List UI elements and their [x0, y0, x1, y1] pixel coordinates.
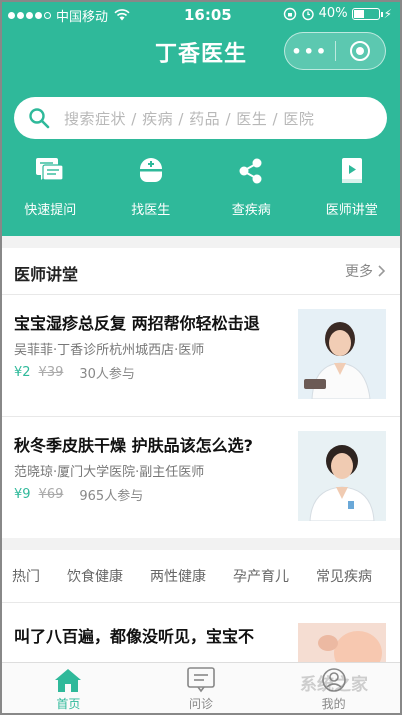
rotation-lock-icon — [283, 7, 296, 20]
search-bar[interactable]: 搜索症状 / 疾病 / 药品 / 医生 / 医院 — [14, 97, 387, 139]
quick-actions: 快速提问 找医生 查疾病 医师讲堂 — [0, 156, 402, 220]
status-right: 40% ⚡ — [283, 6, 392, 21]
quick-action-lecture[interactable]: 医师讲堂 — [302, 156, 402, 220]
tab-home[interactable]: 首页 — [2, 663, 135, 713]
header: 中国移动 16:05 40% ⚡ 丁香医生 ••• 搜索症状 / 疾病 / 药品… — [0, 0, 402, 236]
quick-action-disease[interactable]: 查疾病 — [201, 156, 302, 220]
doctor-photo — [298, 309, 386, 399]
close-button[interactable] — [335, 41, 385, 61]
course-doctor: 吴菲菲·丁香诊所杭州城西店·医师 — [14, 343, 205, 358]
mini-program-capsule: ••• — [284, 32, 386, 70]
course-title: 宝宝湿疹总反复 两招帮你轻松击退 — [14, 314, 260, 333]
tab-label: 我的 — [321, 697, 346, 711]
course-price-row: ¥2 ¥39 30人参与 — [14, 363, 135, 382]
article-title: 叫了八百遍，都像没听见，宝宝不 — [14, 627, 255, 646]
section-title: 医师讲堂 — [14, 265, 79, 284]
course-original-price: ¥39 — [38, 365, 64, 380]
more-label: 更多 — [345, 264, 373, 280]
tab-pregnancy[interactable]: 孕产育儿 — [233, 566, 289, 586]
consult-icon — [187, 667, 215, 693]
search-icon — [29, 108, 50, 129]
tab-label: 首页 — [56, 697, 81, 711]
quick-action-label: 找医生 — [131, 203, 171, 218]
wifi-icon — [114, 9, 130, 21]
quick-action-label: 快速提问 — [24, 203, 77, 218]
article-card[interactable]: 叫了八百遍，都像没听见，宝宝不 — [2, 603, 400, 663]
chevron-right-icon — [378, 265, 386, 277]
tab-sexual-health[interactable]: 两性健康 — [150, 566, 206, 586]
status-bar: 中国移动 16:05 40% ⚡ — [8, 4, 394, 26]
lecture-section: 医师讲堂 更多 宝宝湿疹总反复 两招帮你轻松击退 吴菲菲·丁香诊所杭州城西店·医… — [2, 248, 400, 538]
alarm-icon — [301, 8, 314, 20]
tab-consult[interactable]: 问诊 — [135, 663, 268, 713]
course-price: ¥9 — [14, 487, 31, 502]
course-participants: 30人参与 — [79, 367, 135, 382]
status-time: 16:05 — [184, 6, 232, 24]
search-input[interactable]: 搜索症状 / 疾病 / 药品 / 医生 / 医院 — [64, 108, 314, 129]
quick-action-label: 查疾病 — [231, 203, 271, 218]
category-tabs: 热门 饮食健康 两性健康 孕产育儿 常见疾病 — [2, 550, 400, 602]
course-price: ¥2 — [14, 365, 31, 380]
tab-hot[interactable]: 热门 — [12, 566, 40, 586]
chat-bubble-icon — [35, 156, 65, 186]
signal-strength-icon — [8, 11, 51, 19]
tab-diet[interactable]: 饮食健康 — [67, 566, 123, 586]
course-doctor: 范晓琼·厦门大学医院·副主任医师 — [14, 465, 205, 480]
tab-label: 问诊 — [189, 697, 214, 711]
watermark: 系统之家 — [300, 675, 368, 695]
doctor-icon — [136, 156, 166, 186]
close-icon — [350, 41, 371, 61]
tab-common-disease[interactable]: 常见疾病 — [316, 566, 372, 586]
course-price-row: ¥9 ¥69 965人参与 — [14, 485, 143, 504]
doctor-photo — [298, 431, 386, 521]
share-nodes-icon — [236, 156, 266, 186]
battery-percent: 40% — [318, 6, 348, 21]
quick-action-label: 医师讲堂 — [325, 203, 378, 218]
more-lectures-link[interactable]: 更多 — [345, 261, 386, 281]
course-title: 秋冬季皮肤干燥 护肤品该怎么选? — [14, 436, 253, 455]
course-card[interactable]: 宝宝湿疹总反复 两招帮你轻松击退 吴菲菲·丁香诊所杭州城西店·医师 ¥2 ¥39… — [2, 295, 400, 417]
video-book-icon — [337, 156, 367, 186]
more-button[interactable]: ••• — [285, 42, 335, 61]
battery-icon — [351, 7, 383, 20]
quick-action-ask[interactable]: 快速提问 — [0, 156, 101, 220]
course-card[interactable]: 秋冬季皮肤干燥 护肤品该怎么选? 范晓琼·厦门大学医院·副主任医师 ¥9 ¥69… — [2, 417, 400, 539]
quick-action-find-doctor[interactable]: 找医生 — [101, 156, 202, 220]
carrier-name: 中国移动 — [56, 9, 109, 25]
charging-icon: ⚡ — [383, 6, 392, 21]
course-original-price: ¥69 — [38, 487, 64, 502]
home-icon — [55, 669, 82, 692]
course-participants: 965人参与 — [79, 489, 144, 504]
article-thumbnail — [298, 623, 386, 663]
